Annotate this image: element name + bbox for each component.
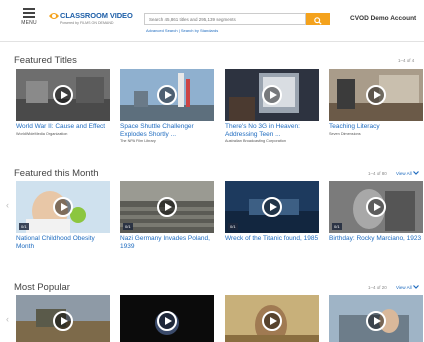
chevron-left-icon[interactable]: ‹	[6, 200, 9, 210]
video-thumbnail[interactable]: 0/1	[225, 181, 319, 233]
most-popular-counter: 1–4 of 20	[368, 285, 387, 290]
popular-card-1[interactable]	[16, 295, 110, 342]
search-links: Advanced Search | Search by Standards	[146, 28, 218, 33]
logo-mark-icon	[49, 13, 59, 19]
video-thumbnail[interactable]	[225, 295, 319, 342]
video-thumbnail[interactable]: 0/1	[329, 181, 423, 233]
logo-title: CLASSROOM VIDEO	[60, 11, 133, 20]
chevron-down-icon	[413, 285, 419, 289]
play-icon[interactable]	[262, 197, 282, 217]
featured-month-heading: Featured this Month	[14, 168, 99, 179]
segment-badge: 0/1	[123, 223, 133, 230]
logo-subtitle: Powered by FILMS ON DEMAND	[60, 21, 114, 25]
play-icon[interactable]	[157, 311, 177, 331]
card-publisher: WorldWideMedia Organization	[16, 131, 68, 136]
chevron-down-icon	[413, 171, 419, 175]
video-thumbnail[interactable]	[329, 69, 423, 121]
video-thumbnail[interactable]	[225, 69, 319, 121]
play-icon[interactable]	[157, 197, 177, 217]
play-icon[interactable]	[157, 85, 177, 105]
search-input[interactable]	[144, 13, 306, 25]
search-by-standards-link[interactable]: Search by Standards	[181, 28, 218, 33]
play-icon[interactable]	[262, 85, 282, 105]
featured-month-counter: 1–4 of 80	[368, 171, 387, 176]
card-publisher: Seven Dimensions	[329, 131, 361, 136]
hamburger-icon	[23, 8, 35, 18]
video-thumbnail[interactable]	[16, 69, 110, 121]
featured-titles-heading: Featured Titles	[14, 55, 77, 66]
view-all-label: View All	[396, 285, 412, 290]
featured-titles-counter: 1–4 of 4	[398, 58, 415, 63]
play-icon[interactable]	[366, 85, 386, 105]
featured-card-3[interactable]: There's No 3G in Heaven: Addressing Teen…	[225, 69, 319, 143]
featured-month-view-all[interactable]: View All	[396, 171, 419, 176]
classroom-video-logo[interactable]: CLASSROOM VIDEO Powered by FILMS ON DEMA…	[48, 10, 134, 32]
month-card-4[interactable]: 0/1 Birthday: Rocky Marciano, 1923	[329, 181, 423, 243]
top-header: MENU CLASSROOM VIDEO Powered by FILMS ON…	[0, 0, 424, 42]
advanced-search-link[interactable]: Advanced Search	[146, 28, 178, 33]
segment-badge: 0/1	[228, 223, 238, 230]
play-icon[interactable]	[262, 311, 282, 331]
chevron-left-icon[interactable]: ‹	[6, 314, 9, 324]
card-title[interactable]: There's No 3G in Heaven: Addressing Teen…	[225, 123, 319, 138]
month-card-3[interactable]: 0/1 Wreck of the Titanic found, 1985	[225, 181, 319, 243]
card-title[interactable]: Birthday: Rocky Marciano, 1923	[329, 235, 423, 243]
most-popular-heading: Most Popular	[14, 282, 70, 293]
card-publisher: Australian Broadcasting Corporation	[225, 139, 286, 143]
card-title[interactable]: Nazi Germany Invades Poland, 1939	[120, 235, 214, 250]
view-all-label: View All	[396, 171, 412, 176]
month-card-1[interactable]: 0/1 National Childhood Obesity Month	[16, 181, 110, 250]
card-title[interactable]: Teaching Literacy	[329, 123, 423, 131]
video-thumbnail[interactable]	[16, 295, 110, 342]
menu-label: MENU	[21, 20, 37, 26]
play-icon[interactable]	[53, 197, 73, 217]
featured-card-2[interactable]: Space Shuttle Challenger Explodes Shortl…	[120, 69, 214, 143]
play-icon[interactable]	[366, 197, 386, 217]
card-title[interactable]: Wreck of the Titanic found, 1985	[225, 235, 319, 243]
video-thumbnail[interactable]	[329, 295, 423, 342]
card-title[interactable]: National Childhood Obesity Month	[16, 235, 110, 250]
featured-card-1[interactable]: World War II: Cause and Effect WorldWide…	[16, 69, 110, 136]
most-popular-view-all[interactable]: View All	[396, 285, 419, 290]
video-thumbnail[interactable]: 0/1	[120, 181, 214, 233]
search-button[interactable]	[306, 13, 330, 25]
play-icon[interactable]	[53, 85, 73, 105]
card-publisher: The NPA Film Library	[120, 139, 156, 143]
popular-card-4[interactable]	[329, 295, 423, 342]
account-menu[interactable]: CVOD Demo Account	[350, 15, 416, 22]
segment-badge: 0/1	[19, 223, 29, 230]
video-thumbnail[interactable]	[120, 295, 214, 342]
menu-button[interactable]: MENU	[14, 8, 44, 26]
video-thumbnail[interactable]: 0/1	[16, 181, 110, 233]
featured-card-4[interactable]: Teaching Literacy Seven Dimensions	[329, 69, 423, 136]
search-icon	[314, 17, 322, 25]
popular-card-2[interactable]	[120, 295, 214, 342]
card-title[interactable]: World War II: Cause and Effect	[16, 123, 110, 131]
play-icon[interactable]	[53, 311, 73, 331]
card-title[interactable]: Space Shuttle Challenger Explodes Shortl…	[120, 123, 214, 138]
play-icon[interactable]	[366, 311, 386, 331]
month-card-2[interactable]: 0/1 Nazi Germany Invades Poland, 1939	[120, 181, 214, 250]
popular-card-3[interactable]	[225, 295, 319, 342]
segment-badge: 0/1	[332, 223, 342, 230]
video-thumbnail[interactable]	[120, 69, 214, 121]
